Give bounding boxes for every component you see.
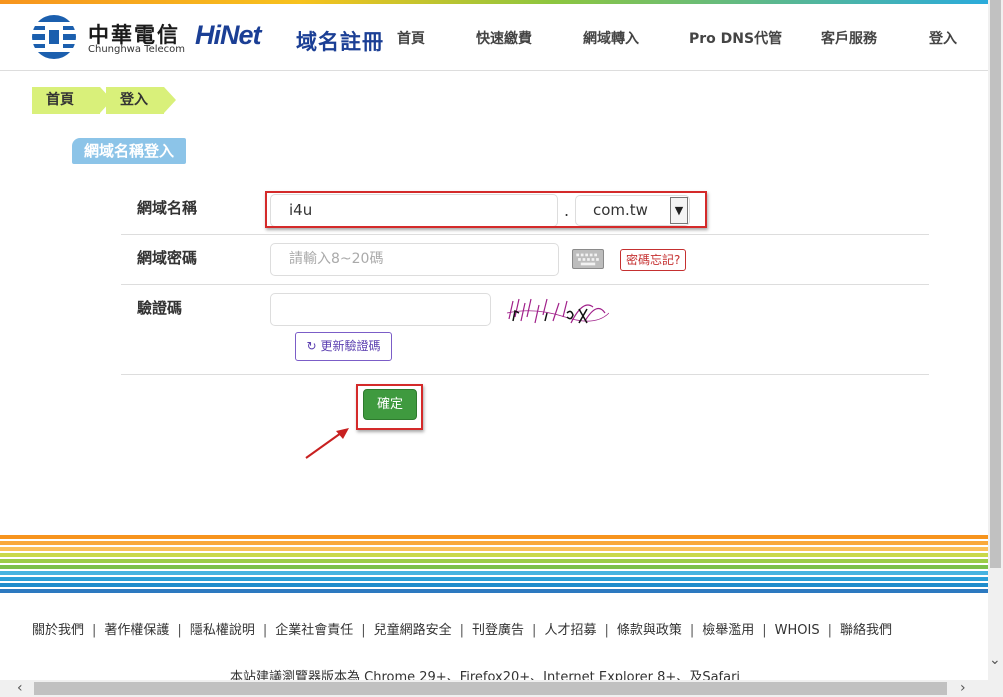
password-label: 網域密碼 [137,249,198,267]
scroll-left-icon[interactable]: ‹ [17,680,23,696]
scroll-down-icon[interactable]: ⌄ [989,652,1001,668]
breadcrumb-home[interactable]: 首頁 [32,87,112,114]
hinet-logo[interactable]: HiNet [195,20,262,51]
horizontal-scrollbar-thumb[interactable] [34,682,947,695]
row-divider [121,284,929,285]
footer-link-copyright[interactable]: 著作權保護 [104,623,169,638]
footer-link-whois[interactable]: WHOIS [775,623,820,638]
page: 中華電信 Chunghwa Telecom HiNet 域名註冊 首頁 快速繳費… [0,0,1003,697]
footer-link-csr[interactable]: 企業社會責任 [275,623,353,638]
footer-links: 關於我們 | 著作權保護 | 隱私權說明 | 企業社會責任 | 兒童網路安全 | 刊登廣告 | 人才招募… [32,623,893,638]
header: 中華電信 Chunghwa Telecom HiNet 域名註冊 首頁 快速繳費… [0,4,988,71]
captcha-image [506,298,609,324]
row-divider [121,234,929,235]
hinet-domain-title: 域名註冊 [296,30,384,54]
scroll-right-icon[interactable]: › [960,680,966,696]
pointer-arrow-icon [305,428,349,459]
confirm-highlight-box [356,384,423,430]
section-title: 網域名稱登入 [72,138,187,164]
nav-customer-service[interactable]: 客戶服務 [821,28,877,48]
footer-link-ads[interactable]: 刊登廣告 [472,623,524,638]
domain-highlight-box [265,191,707,228]
nav-login[interactable]: 登入 [929,28,957,48]
keyboard-icon[interactable] [572,249,604,269]
nav-pro-dns[interactable]: Pro DNS代管 [689,28,782,48]
breadcrumb-login: 登入 [106,87,176,114]
nav-home[interactable]: 首頁 [397,28,425,48]
footer-link-child-safety[interactable]: 兒童網路安全 [374,623,452,638]
captcha-input[interactable] [270,293,491,326]
captcha-label: 驗證碼 [137,299,183,317]
footer-link-privacy[interactable]: 隱私權說明 [190,623,255,638]
footer-link-about[interactable]: 關於我們 [32,623,84,638]
nav-domain-transfer[interactable]: 網域轉入 [583,28,639,48]
footer-link-careers[interactable]: 人才招募 [544,623,596,638]
footer-link-contact[interactable]: 聯絡我們 [840,623,892,638]
footer-link-report-abuse[interactable]: 檢舉濫用 [702,623,754,638]
vertical-scrollbar-thumb[interactable] [990,0,1001,568]
chunghwa-english-name: Chunghwa Telecom [88,44,186,55]
refresh-captcha-button[interactable]: ↻ 更新驗證碼 [295,332,392,361]
row-divider [121,374,929,375]
footer-stripes [0,535,988,608]
refresh-icon: ↻ [306,339,317,353]
refresh-captcha-label: 更新驗證碼 [320,339,381,353]
domain-label: 網域名稱 [137,199,198,217]
password-input[interactable]: 請輸入8~20碼 [270,243,559,276]
footer-link-terms[interactable]: 條款與政策 [617,623,682,638]
chunghwa-logo-icon[interactable] [31,14,77,60]
forgot-password-button[interactable]: 密碼忘記? [620,249,687,271]
nav-quick-pay[interactable]: 快速繳費 [476,28,532,48]
